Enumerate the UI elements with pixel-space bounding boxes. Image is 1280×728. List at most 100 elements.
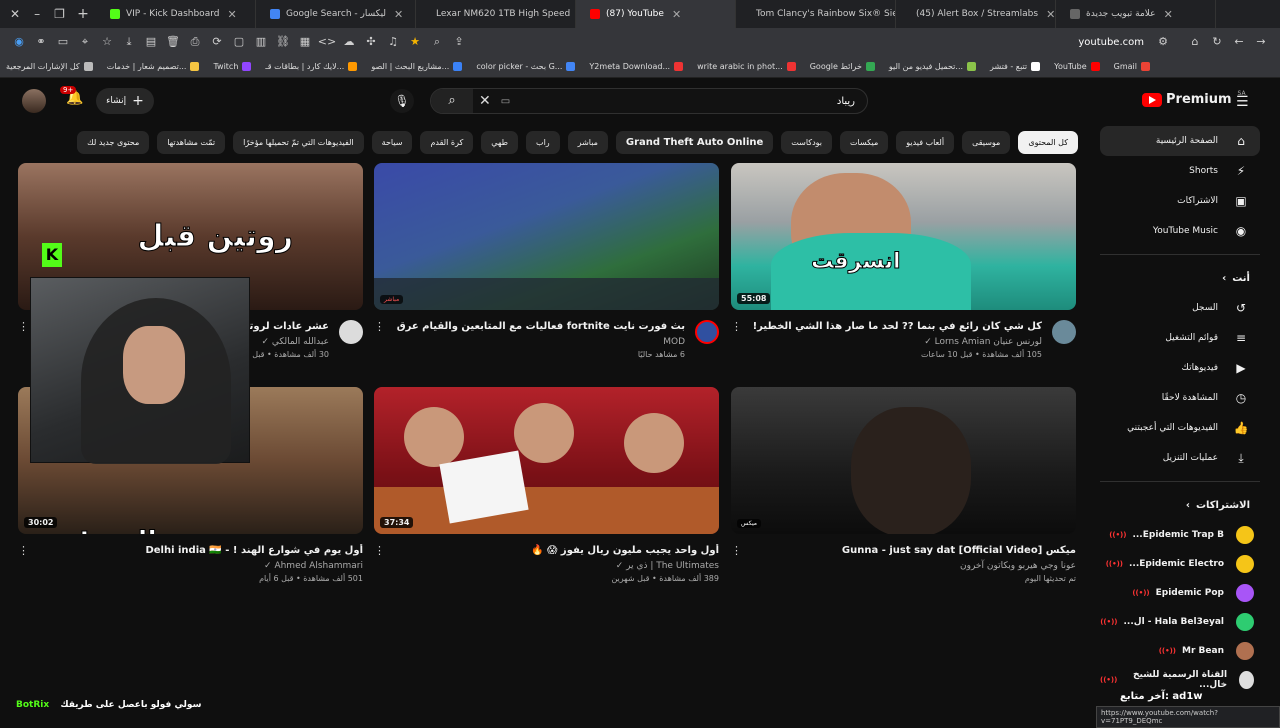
forward-icon[interactable]: ←	[1228, 33, 1250, 51]
video-title[interactable]: ميكس Gunna - just say dat [Official Vide…	[731, 544, 1076, 557]
channel-name[interactable]: عونا وجي هيربو وبكاتون آخرون	[731, 561, 1076, 571]
more-options-icon[interactable]: ⋮	[18, 544, 29, 557]
back-icon[interactable]: →	[1250, 33, 1272, 51]
home-browser-icon[interactable]: ⌂	[1184, 33, 1206, 51]
filter-chip[interactable]: سياحة	[371, 131, 413, 154]
browser-tab[interactable]: Lexar NM620 1TB High Speed✕	[416, 0, 576, 28]
bookmark-item[interactable]: Gmail	[1114, 62, 1150, 71]
sidebar-item[interactable]: ◉ YouTube Music	[1100, 216, 1260, 246]
bookmark-item[interactable]: لايك كارد | بطاقات قـ...	[265, 62, 358, 71]
video-thumbnail[interactable]: 37:34	[374, 387, 719, 534]
sidebar-item[interactable]: ▶ فيديوهاتك	[1100, 353, 1260, 383]
browser-tab[interactable]: (87) YouTube ✕	[576, 0, 736, 28]
delete-icon[interactable]: 🗑	[162, 33, 184, 51]
video-thumbnail[interactable]: ميكس	[731, 387, 1076, 534]
subscription-item[interactable]: القناة الرسمية للشيخ خال... ((•))	[1100, 665, 1260, 694]
video-card[interactable]: ميكس ميكس Gunna - just say dat [Official…	[731, 387, 1076, 583]
address-bar[interactable]: youtube.com	[1078, 37, 1152, 48]
more-options-icon[interactable]: ⋮	[731, 320, 742, 333]
more-options-icon[interactable]: ⋮	[731, 544, 742, 557]
avatar[interactable]	[22, 89, 46, 113]
channel-name[interactable]: MOD	[374, 337, 685, 347]
create-button[interactable]: إنشاء +	[96, 88, 154, 114]
zoom-icon[interactable]: ⌕	[426, 33, 448, 51]
link-icon[interactable]: ⛓	[272, 33, 294, 51]
voice-search-button[interactable]: 🎙	[390, 89, 414, 113]
new-tab-button[interactable]: +	[70, 0, 96, 28]
subscription-item[interactable]: Mr Bean ((•))	[1100, 636, 1260, 665]
site-settings-icon[interactable]: ⚙	[1152, 33, 1174, 51]
reload-icon[interactable]: ↻	[1206, 33, 1228, 51]
bookmark-item[interactable]: تصميم شعار | خدمات...	[107, 62, 200, 71]
video-card[interactable]: مباشر بث فورت نايت fortnite فعاليات مع ا…	[374, 163, 719, 359]
video-title[interactable]: أول واحد يجيب مليون ريال يفوز 😱 🔥	[374, 544, 719, 557]
browser-tab[interactable]: (45) Alert Box / Streamlabs ✕	[896, 0, 1056, 28]
sidebar-item[interactable]: ≡ قوائم التشغيل	[1100, 323, 1260, 353]
notes-icon[interactable]: ▤	[140, 33, 162, 51]
video-title[interactable]: كل شي كان رائع في بنما ?? لحد ما صار هذا…	[731, 320, 1042, 333]
sidebar-item[interactable]: ▣ الاشتراكات	[1100, 186, 1260, 216]
channel-name[interactable]: لورنس عنيان Lorns Amian ✓	[731, 337, 1042, 347]
more-options-icon[interactable]: ⋮	[374, 320, 385, 333]
bookmark-item[interactable]: Google خرائط	[810, 62, 875, 71]
browser-tab[interactable]: Google Search - ليكسار ✕	[256, 0, 416, 28]
filter-chip[interactable]: محتوى جديد لك	[77, 131, 150, 154]
filter-chip[interactable]: طهي	[481, 131, 519, 154]
filter-chip[interactable]: كل المحتوى	[1018, 131, 1078, 154]
filter-chip[interactable]: ميكسات	[840, 131, 889, 154]
code-icon[interactable]: <>	[316, 33, 338, 51]
tab-close-icon[interactable]: ✕	[1046, 8, 1055, 21]
bookmark-item[interactable]: تحميل فيديو من اليو...	[889, 62, 977, 71]
sync-icon[interactable]: ⟳	[206, 33, 228, 51]
youtube-logo[interactable]: Premium SA	[1142, 90, 1246, 107]
tab-close-icon[interactable]: ✕	[1164, 8, 1173, 21]
filter-chip[interactable]: راب	[526, 131, 560, 154]
search-input[interactable]	[510, 95, 867, 107]
filter-chip[interactable]: الفيديوهات التي تمّ تحميلها مؤخرًا	[233, 131, 364, 154]
hamburger-menu-icon[interactable]: ☰	[1236, 94, 1249, 110]
tab-close-icon[interactable]: ✕	[394, 8, 403, 21]
tab-close-icon[interactable]: ✕	[227, 8, 236, 21]
subscription-item[interactable]: Epidemic Electro... ((•))	[1100, 549, 1260, 578]
reader-icon[interactable]: ▥	[250, 33, 272, 51]
subscriptions-section-header[interactable]: الاشتراكات ›	[1100, 490, 1260, 520]
channel-avatar[interactable]	[339, 320, 363, 344]
filter-chip[interactable]: ألعاب فيديو	[896, 131, 955, 154]
filter-chip[interactable]: مباشر	[567, 131, 608, 154]
sidebar-item[interactable]: ↺ السجل	[1100, 293, 1260, 323]
subscription-item[interactable]: Hala Bel3eyal - ال... ((•))	[1100, 607, 1260, 636]
sidebar-item[interactable]: 👍 الفيديوهات التي أعجبتني	[1100, 413, 1260, 443]
tab-close-icon[interactable]: ✕	[672, 8, 681, 21]
profile-icon[interactable]: ◉	[8, 33, 30, 51]
filter-chip[interactable]: موسيقى	[962, 131, 1011, 154]
restore-icon[interactable]: ❐	[54, 7, 65, 21]
channel-avatar[interactable]	[695, 320, 719, 344]
you-section-header[interactable]: أنت ›	[1100, 263, 1260, 293]
bookmark-item[interactable]: YouTube	[1054, 62, 1100, 71]
screenshot-icon[interactable]: ▢	[228, 33, 250, 51]
filter-chip[interactable]: تمّت مشاهدتها	[157, 131, 226, 154]
bookmark-item[interactable]: كل الإشارات المرجعية	[6, 62, 93, 71]
keyboard-icon[interactable]: ▭	[501, 96, 510, 107]
video-card[interactable]: انسرقت 55:08 كل شي كان رائع في بنما ?? ل…	[731, 163, 1076, 359]
browser-tab[interactable]: Tom Clancy's Rainbow Six® Sie✕	[736, 0, 896, 28]
video-thumbnail[interactable]: مباشر	[374, 163, 719, 310]
search-button[interactable]: ⌕	[431, 89, 473, 113]
bookmark-item[interactable]: مشاريع البحث | الصو...	[371, 62, 463, 71]
minimize-icon[interactable]: –	[34, 7, 40, 21]
sidebar-item[interactable]: ⌂ الصفحة الرئيسية	[1100, 126, 1260, 156]
filter-chip[interactable]: Grand Theft Auto Online	[615, 131, 774, 154]
downloads-icon[interactable]: ⤓	[118, 33, 140, 51]
more-options-icon[interactable]: ⋮	[374, 544, 385, 557]
browser-tab[interactable]: علامة تبويب جديدة ✕	[1056, 0, 1216, 28]
share-icon[interactable]: ⇪	[448, 33, 470, 51]
location-icon[interactable]: ⌖	[74, 33, 96, 51]
print-icon[interactable]: ⎙	[184, 33, 206, 51]
bookmark-item[interactable]: تتبع - فتشر	[990, 62, 1041, 71]
filter-chip[interactable]: بودكاست	[781, 131, 833, 154]
close-window-icon[interactable]: ✕	[10, 7, 20, 21]
sidebar-item[interactable]: ◷ المشاهدة لاحقًا	[1100, 383, 1260, 413]
more-options-icon[interactable]: ⋮	[18, 320, 29, 333]
subscription-item[interactable]: Epidemic Pop ((•))	[1100, 578, 1260, 607]
wallet-icon[interactable]: ▭	[52, 33, 74, 51]
